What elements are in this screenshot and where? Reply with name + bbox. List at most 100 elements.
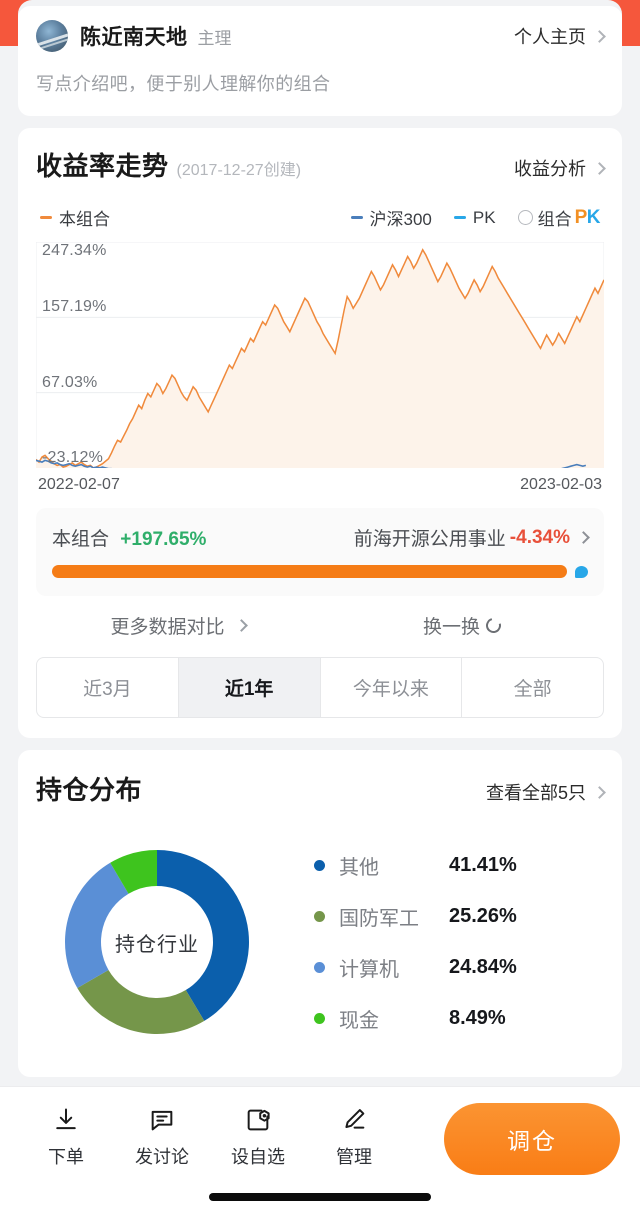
x-axis-tick-start: 2022-02-07: [38, 476, 120, 493]
tab-ytd[interactable]: 今年以来: [321, 658, 463, 717]
home-indicator: [209, 1193, 431, 1201]
shuffle-label: 换一换: [422, 617, 480, 638]
donut-chart[interactable]: 持仓行业: [48, 833, 266, 1051]
profile-description[interactable]: 写点介绍吧，便于别人理解你的组合: [36, 70, 604, 96]
comparison-right-value: -4.34%: [509, 526, 570, 548]
avatar[interactable]: [36, 20, 68, 52]
legend-item-portfolio-pk[interactable]: 组合 PK: [517, 205, 601, 230]
legend-item-pk[interactable]: PK: [453, 207, 496, 228]
radio-icon[interactable]: [517, 210, 533, 225]
tab-all[interactable]: 全部: [462, 658, 603, 717]
comparison-left: 本组合 +197.65%: [52, 524, 206, 551]
donut-chart-area: 持仓行业 其他 41.41% 国防军工 25.26% 计算机 24.84% 现金…: [36, 833, 604, 1051]
bottom-nav: 下单 发讨论 设自选 管理: [18, 1103, 402, 1169]
nav-item-discussion[interactable]: 发讨论: [114, 1103, 210, 1169]
legend-row-cash[interactable]: 现金 8.49%: [314, 1004, 517, 1033]
chevron-right-icon: [593, 785, 606, 799]
tab-3m[interactable]: 近3月: [37, 658, 179, 717]
legend-name: 国防军工: [339, 908, 419, 930]
x-axis: 2022-02-07 2023-02-03: [36, 476, 604, 494]
legend-label: 沪深300: [369, 210, 432, 229]
comparison-progress-bar: [52, 565, 588, 578]
chart-header: 收益率走势 (2017-12-27创建) 收益分析: [36, 146, 606, 183]
more-data-compare-button[interactable]: 更多数据对比: [36, 612, 320, 639]
nav-label: 设自选: [231, 1147, 285, 1167]
range-tab-group: 近3月 近1年 今年以来 全部: [36, 657, 604, 718]
legend-dash-icon: [40, 216, 52, 219]
profile-header-row: 陈近南天地 主理 个人主页: [36, 20, 606, 52]
chevron-right-icon: [593, 161, 606, 175]
user-role-badge: 主理: [197, 28, 232, 48]
nav-item-manage[interactable]: 管理: [306, 1103, 402, 1169]
return-analysis-label: 收益分析: [514, 159, 586, 179]
comparison-right[interactable]: 前海开源公用事业 -4.34%: [353, 524, 590, 551]
username: 陈近南天地: [80, 26, 188, 49]
chevron-right-icon: [577, 531, 590, 544]
chart-legend: 本组合 沪深300 PK 组合 PK: [36, 205, 604, 230]
nav-label: 发讨论: [135, 1147, 189, 1167]
legend-dot-icon: [314, 911, 325, 922]
edit-icon: [340, 1103, 368, 1137]
legend-item-portfolio[interactable]: 本组合: [40, 205, 110, 230]
nav-item-order[interactable]: 下单: [18, 1103, 114, 1169]
line-chart-svg: [36, 242, 604, 468]
comment-icon: [148, 1103, 176, 1137]
legend-value: 8.49%: [449, 1007, 506, 1029]
bottom-action-bar: 下单 发讨论 设自选 管理 调仓: [0, 1086, 640, 1217]
legend-name: 现金: [339, 1010, 379, 1032]
legend-name: 其他: [339, 857, 379, 879]
personal-homepage-link[interactable]: 个人主页: [514, 23, 606, 49]
legend-value: 25.26%: [449, 905, 517, 927]
legend-value: 41.41%: [449, 854, 517, 876]
legend-name: 计算机: [339, 959, 399, 981]
comparison-left-value: +197.65%: [120, 529, 207, 550]
comparison-left-name: 本组合: [52, 529, 110, 550]
chart-plot-area[interactable]: 247.34% 157.19% 67.03% -23.12%: [36, 242, 604, 468]
return-analysis-link[interactable]: 收益分析: [514, 155, 606, 181]
holdings-legend: 其他 41.41% 国防军工 25.26% 计算机 24.84% 现金 8.49…: [314, 851, 517, 1033]
progress-fill: [52, 565, 567, 578]
download-icon: [52, 1103, 80, 1137]
personal-homepage-label: 个人主页: [514, 27, 586, 47]
x-axis-tick-end: 2023-02-03: [520, 476, 602, 493]
more-data-compare-label: 更多数据对比: [110, 617, 225, 638]
series-area-portfolio: [36, 249, 604, 468]
legend-label: 本组合: [59, 210, 110, 229]
comparison-right-name: 前海开源公用事业: [353, 529, 506, 550]
legend-label: PK: [472, 207, 496, 227]
rebalance-button[interactable]: 调仓: [444, 1103, 620, 1175]
legend-row-defense[interactable]: 国防军工 25.26%: [314, 902, 517, 931]
profile-card: 陈近南天地 主理 个人主页 写点介绍吧，便于别人理解你的组合: [18, 6, 622, 116]
comparison-row: 本组合 +197.65% 前海开源公用事业 -4.34%: [52, 524, 590, 551]
holdings-title: 持仓分布: [36, 775, 143, 805]
chart-title: 收益率走势: [36, 151, 169, 181]
pk-logo-icon: PK: [574, 206, 601, 228]
legend-row-other[interactable]: 其他 41.41%: [314, 851, 517, 880]
refresh-icon: [483, 615, 504, 636]
legend-item-hs300[interactable]: 沪深300: [350, 205, 432, 230]
chart-created-date: (2017-12-27创建): [176, 162, 302, 179]
legend-dot-icon: [314, 962, 325, 973]
nav-label: 下单: [48, 1147, 84, 1167]
legend-label: 组合: [537, 210, 572, 229]
tab-1y[interactable]: 近1年: [178, 658, 321, 717]
holdings-distribution-card: 持仓分布 查看全部5只 持仓行业 其他 41.41% 国防军工 25.26% 计…: [18, 750, 622, 1077]
return-trend-card: 收益率走势 (2017-12-27创建) 收益分析 本组合 沪深300 PK 组…: [18, 128, 622, 738]
legend-row-computer[interactable]: 计算机 24.84%: [314, 953, 517, 982]
legend-dash-icon: [350, 216, 363, 219]
shuffle-button[interactable]: 换一换: [320, 612, 604, 639]
chevron-right-icon: [234, 619, 248, 632]
holdings-header: 持仓分布 查看全部5只: [36, 770, 606, 807]
line-chart[interactable]: [36, 242, 604, 468]
legend-dot-icon: [314, 860, 325, 871]
nav-label: 管理: [336, 1147, 372, 1167]
chevron-right-icon: [593, 29, 606, 43]
legend-dash-icon: [453, 216, 466, 219]
comparison-panel[interactable]: 本组合 +197.65% 前海开源公用事业 -4.34%: [36, 508, 604, 596]
view-all-holdings-link[interactable]: 查看全部5只: [486, 779, 606, 805]
chart-actions-row: 更多数据对比 换一换: [36, 612, 604, 639]
donut-center-label: 持仓行业: [115, 933, 199, 956]
app-screen: 陈近南天地 主理 个人主页 写点介绍吧，便于别人理解你的组合 收益率走势 (20…: [0, 0, 640, 1217]
watchlist-icon: [244, 1103, 272, 1137]
nav-item-watchlist[interactable]: 设自选: [210, 1103, 306, 1169]
